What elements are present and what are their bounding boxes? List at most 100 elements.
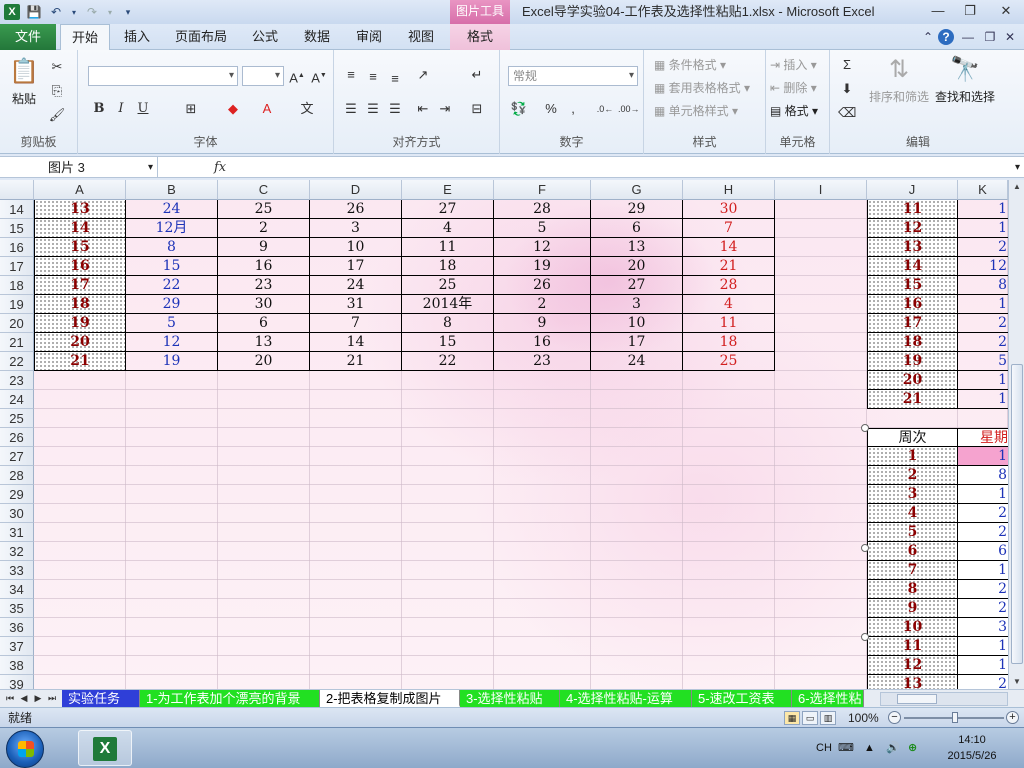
- calendar-date-cell[interactable]: 28: [683, 276, 775, 295]
- calendar-date-cell[interactable]: 8: [402, 314, 494, 333]
- week-number-cell[interactable]: 20: [34, 333, 126, 352]
- calendar-date-cell[interactable]: 15: [126, 257, 218, 276]
- calendar-date-cell[interactable]: 21: [310, 352, 402, 371]
- row-header-14[interactable]: 14: [0, 200, 34, 219]
- week-number-cell[interactable]: 12: [867, 219, 958, 238]
- calendar-date-cell[interactable]: 9: [494, 314, 591, 333]
- week-number-cell[interactable]: 18: [867, 333, 958, 352]
- picture-date-cell[interactable]: 6: [958, 542, 1008, 561]
- workbook-minimize-icon[interactable]: —: [960, 29, 976, 45]
- paste-button[interactable]: 📋 粘贴: [6, 56, 42, 107]
- week-number-cell[interactable]: 18: [34, 295, 126, 314]
- picture-week-cell[interactable]: 11: [867, 637, 958, 656]
- calendar-date-cell[interactable]: 5: [958, 352, 1008, 371]
- week-number-cell[interactable]: 13: [34, 200, 126, 219]
- picture-week-cell[interactable]: 12: [867, 656, 958, 675]
- week-number-cell[interactable]: 20: [867, 371, 958, 390]
- calendar-date-cell[interactable]: 15: [402, 333, 494, 352]
- calendar-date-cell[interactable]: 2: [958, 238, 1008, 257]
- picture-header-week[interactable]: 周次: [867, 428, 958, 447]
- row-header-17[interactable]: 17: [0, 257, 34, 276]
- column-header-d[interactable]: D: [310, 180, 402, 200]
- zoom-slider-thumb[interactable]: [952, 712, 958, 723]
- row-header-39[interactable]: 39: [0, 675, 34, 689]
- calendar-date-cell[interactable]: 20: [591, 257, 683, 276]
- tab-view[interactable]: 视图: [400, 24, 442, 50]
- find-select-button[interactable]: 🔭 查找和选择: [934, 54, 996, 105]
- week-number-cell[interactable]: 16: [867, 295, 958, 314]
- calendar-date-cell[interactable]: 2: [218, 219, 310, 238]
- calendar-date-cell[interactable]: 25: [402, 276, 494, 295]
- tab-insert[interactable]: 插入: [116, 24, 158, 50]
- row-header-29[interactable]: 29: [0, 485, 34, 504]
- sheet-tab-4[interactable]: 3-选择性粘贴: [460, 690, 560, 707]
- calendar-date-cell[interactable]: 17: [591, 333, 683, 352]
- row-header-21[interactable]: 21: [0, 333, 34, 352]
- start-button[interactable]: [6, 730, 44, 768]
- align-top-icon[interactable]: ≡: [342, 66, 360, 84]
- decrease-indent-icon[interactable]: ⇤: [414, 100, 432, 118]
- column-header-f[interactable]: F: [494, 180, 591, 200]
- week-number-cell[interactable]: 17: [867, 314, 958, 333]
- row-header-25[interactable]: 25: [0, 409, 34, 428]
- calendar-date-cell[interactable]: 22: [126, 276, 218, 295]
- scroll-up-icon[interactable]: ▲: [1009, 180, 1024, 194]
- week-number-cell[interactable]: 16: [34, 257, 126, 276]
- page-break-view-icon[interactable]: ▥: [820, 711, 836, 725]
- week-number-cell[interactable]: 14: [867, 257, 958, 276]
- picture-date-cell[interactable]: 1: [958, 561, 1008, 580]
- tab-review[interactable]: 审阅: [348, 24, 390, 50]
- font-size-combo[interactable]: [242, 66, 284, 86]
- vertical-scroll-thumb[interactable]: [1011, 364, 1023, 664]
- volume-icon[interactable]: 🔊: [886, 728, 900, 768]
- customize-qat-icon[interactable]: ▾: [120, 7, 136, 18]
- week-number-cell[interactable]: 21: [867, 390, 958, 409]
- insert-cells-button[interactable]: ⇥ 插入 ▾: [770, 56, 817, 73]
- calendar-date-cell[interactable]: 26: [494, 276, 591, 295]
- autosum-icon[interactable]: Σ: [838, 56, 856, 74]
- picture-week-cell[interactable]: 7: [867, 561, 958, 580]
- calendar-date-cell[interactable]: 3: [591, 295, 683, 314]
- horizontal-scrollbar[interactable]: [880, 692, 1008, 706]
- ime-indicator[interactable]: CH: [816, 728, 832, 768]
- calendar-date-cell[interactable]: 30: [683, 200, 775, 219]
- calendar-date-cell[interactable]: 13: [591, 238, 683, 257]
- picture-week-cell[interactable]: 10: [867, 618, 958, 637]
- picture-date-cell[interactable]: 1: [958, 485, 1008, 504]
- sheet-tab-7[interactable]: 6-选择性粘: [792, 690, 864, 707]
- calendar-date-cell[interactable]: 2: [958, 333, 1008, 352]
- row-header-37[interactable]: 37: [0, 637, 34, 656]
- conditional-format-button[interactable]: ▦ 条件格式 ▾: [654, 56, 726, 73]
- row-header-19[interactable]: 19: [0, 295, 34, 314]
- row-header-32[interactable]: 32: [0, 542, 34, 561]
- row-header-28[interactable]: 28: [0, 466, 34, 485]
- row-header-24[interactable]: 24: [0, 390, 34, 409]
- row-header-16[interactable]: 16: [0, 238, 34, 257]
- first-sheet-icon[interactable]: ⏮: [4, 690, 16, 707]
- calendar-date-cell[interactable]: 8: [958, 276, 1008, 295]
- column-header-k[interactable]: K: [958, 180, 1008, 200]
- delete-cells-button[interactable]: ⇤ 删除 ▾: [770, 79, 817, 96]
- decrease-font-icon[interactable]: A▼: [310, 67, 328, 85]
- calendar-date-cell[interactable]: 18: [402, 257, 494, 276]
- calendar-date-cell[interactable]: 11: [683, 314, 775, 333]
- calendar-date-cell[interactable]: 10: [310, 238, 402, 257]
- calendar-date-cell[interactable]: 10: [591, 314, 683, 333]
- prev-sheet-icon[interactable]: ◀: [18, 690, 30, 707]
- zoom-out-icon[interactable]: −: [888, 711, 901, 724]
- minimize-icon[interactable]: —: [926, 2, 950, 20]
- minimize-ribbon-icon[interactable]: ⌃: [920, 29, 936, 45]
- row-header-26[interactable]: 26: [0, 428, 34, 447]
- normal-view-icon[interactable]: ▦: [784, 711, 800, 725]
- row-header-18[interactable]: 18: [0, 276, 34, 295]
- name-box[interactable]: 图片 3: [0, 157, 158, 178]
- calendar-date-cell[interactable]: 12: [958, 257, 1008, 276]
- calendar-date-cell[interactable]: 5: [126, 314, 218, 333]
- currency-icon[interactable]: 💱: [510, 100, 528, 118]
- calendar-date-cell[interactable]: 23: [494, 352, 591, 371]
- calendar-date-cell[interactable]: 21: [683, 257, 775, 276]
- orientation-icon[interactable]: ↗: [414, 66, 432, 84]
- underline-button[interactable]: U: [134, 100, 152, 118]
- fill-icon[interactable]: ⬇: [838, 80, 856, 98]
- column-header-a[interactable]: A: [34, 180, 126, 200]
